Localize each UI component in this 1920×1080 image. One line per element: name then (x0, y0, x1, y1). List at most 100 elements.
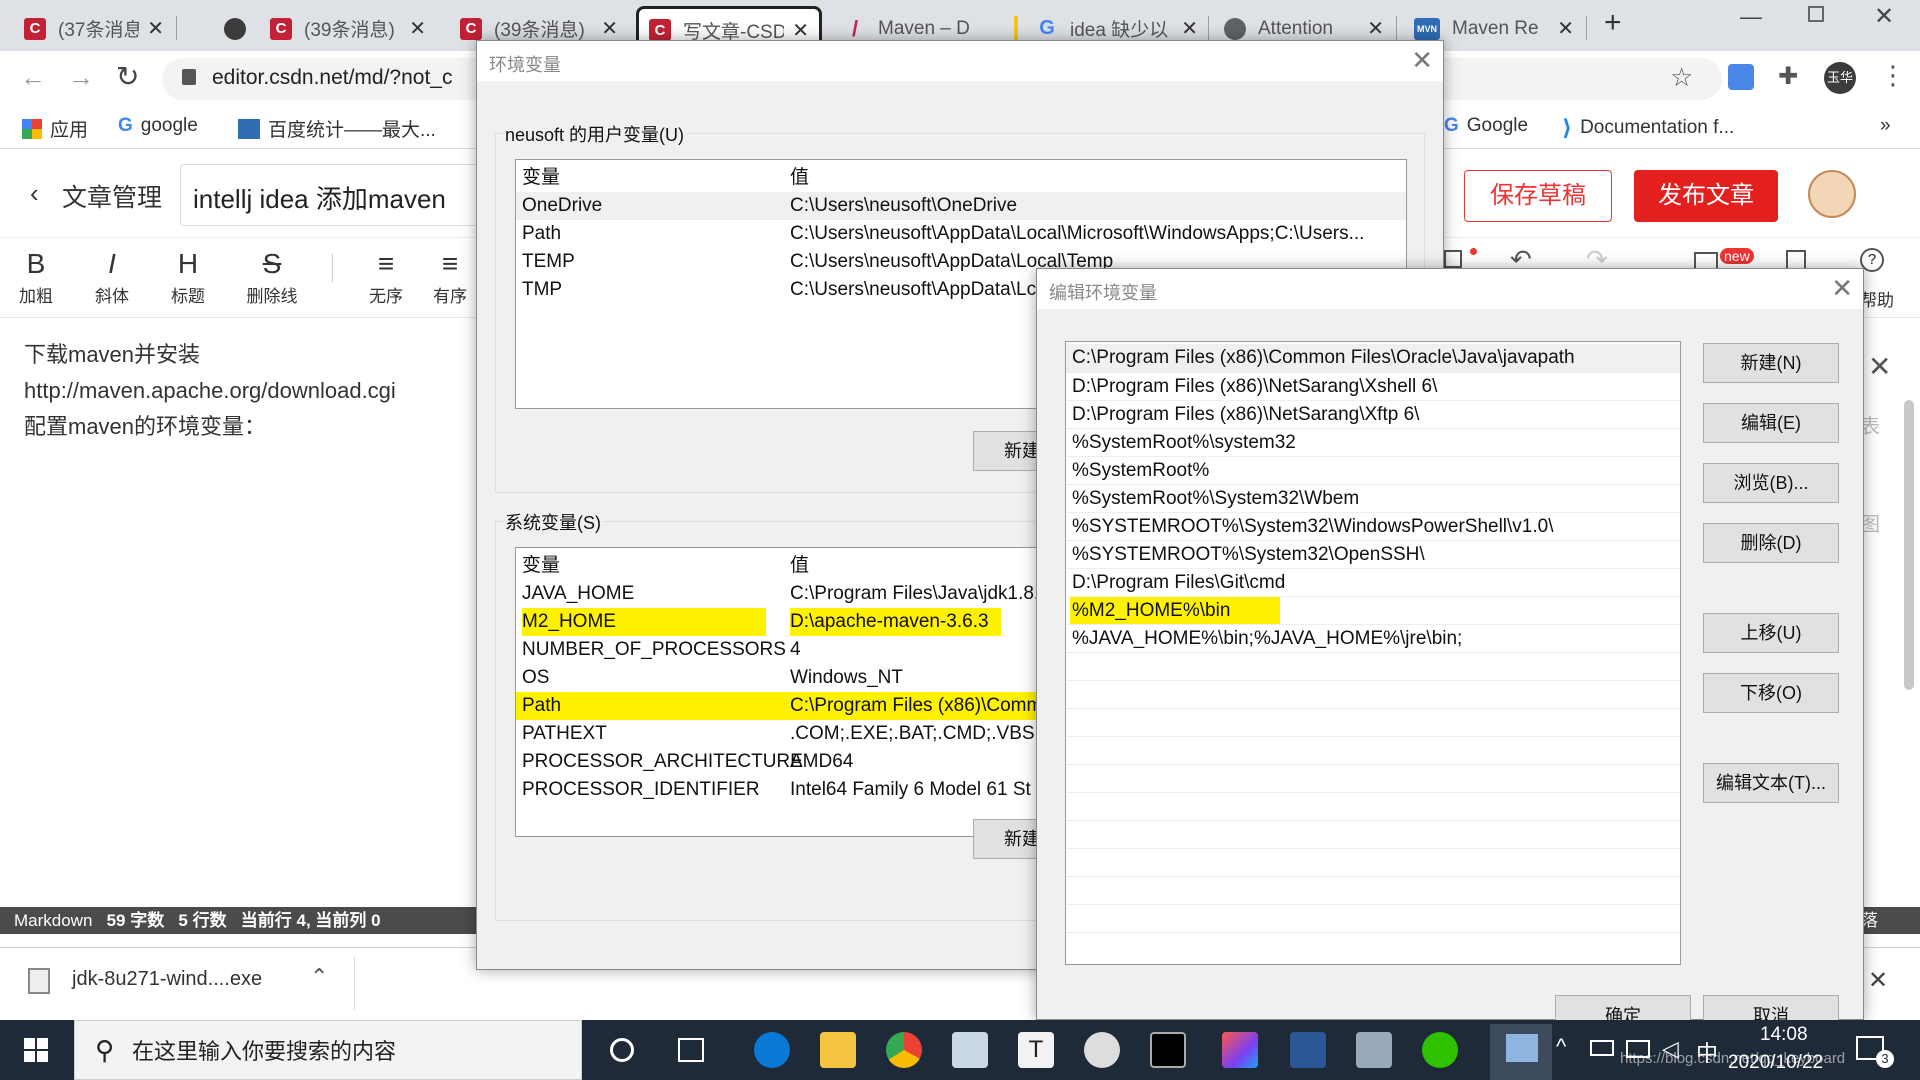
toolbar-label: 删除线 (246, 287, 298, 306)
var-value: C:\Users\neusoft\OneDrive (790, 195, 1018, 216)
app-icon[interactable] (952, 1032, 988, 1068)
terminal-icon[interactable] (1150, 1032, 1186, 1068)
battery-icon[interactable] (1590, 1040, 1614, 1056)
more-bookmarks[interactable]: » (1880, 115, 1891, 137)
save-draft-button[interactable]: 保存草稿 (1464, 170, 1612, 222)
extensions-icon[interactable]: ✚ (1778, 62, 1798, 91)
close-tab-icon[interactable]: ✕ (147, 16, 164, 41)
close-tab-icon[interactable]: ✕ (409, 16, 426, 41)
close-tab-icon[interactable]: ✕ (792, 18, 809, 43)
close-preview-icon[interactable]: ✕ (1868, 350, 1891, 383)
bookmark-apps[interactable]: 应用 (22, 115, 88, 142)
move-down-button[interactable]: 下移(O) (1703, 673, 1839, 713)
tab-title: Maven – D (878, 17, 970, 39)
new-tab-button[interactable]: + (1604, 6, 1622, 40)
article-title-input[interactable]: intellj idea 添加maven (180, 164, 480, 226)
list-item[interactable]: %SystemRoot%\System32\Wbem (1066, 484, 1680, 512)
browse-button[interactable]: 浏览(B)... (1703, 463, 1839, 503)
save-icon[interactable] (1444, 250, 1462, 268)
ordered-list-button[interactable]: ≡ 有序 (430, 246, 470, 307)
list-item[interactable]: D:\Program Files (x86)\NetSarang\Xshell … (1066, 372, 1680, 400)
list-item[interactable]: %M2_HOME%\bin (1066, 596, 1680, 624)
bold-button[interactable]: B 加粗 (6, 246, 66, 307)
list-item[interactable]: %SYSTEMROOT%\System32\WindowsPowerShell\… (1066, 512, 1680, 540)
dialog-close-icon[interactable]: ✕ (1411, 45, 1433, 76)
url-text[interactable]: editor.csdn.net/md/?not_c (212, 66, 453, 90)
tab-title: (37条消息)( (58, 20, 140, 41)
list-item[interactable]: %SystemRoot%\system32 (1066, 428, 1680, 456)
download-filename[interactable]: jdk-8u271-wind....exe (72, 968, 262, 991)
cortana-icon[interactable] (610, 1038, 634, 1062)
publish-button[interactable]: 发布文章 (1634, 170, 1778, 222)
list-item[interactable]: %SystemRoot% (1066, 456, 1680, 484)
chevron-up-icon[interactable]: ⌃ (310, 964, 328, 990)
minimize-icon[interactable]: — (1740, 4, 1762, 30)
intellij-icon[interactable] (1222, 1032, 1258, 1068)
close-tab-icon[interactable]: ✕ (601, 16, 618, 41)
heading-button[interactable]: H 标题 (158, 246, 218, 307)
list-item[interactable]: %JAVA_HOME%\bin;%JAVA_HOME%\jre\bin; (1066, 624, 1680, 652)
new-entry-button[interactable]: 新建(N) (1703, 343, 1839, 383)
markdown-editor[interactable]: 下载maven并安装 http://maven.apache.org/downl… (0, 319, 480, 909)
list-item[interactable]: Path C:\Users\neusoft\AppData\Local\Micr… (516, 220, 1406, 248)
typora-icon[interactable]: T (1018, 1032, 1054, 1068)
csdn-favicon-icon: C (649, 19, 671, 41)
close-tab-icon[interactable]: ✕ (1557, 16, 1574, 41)
bookmark-label: Documentation f... (1580, 117, 1735, 138)
list-item[interactable]: C:\Program Files (x86)\Common Files\Orac… (1066, 344, 1680, 372)
restore-icon[interactable] (1808, 6, 1824, 22)
word-icon[interactable] (1290, 1032, 1326, 1068)
menu-kebab-icon[interactable]: ⋮ (1880, 60, 1906, 91)
path-entries-list[interactable]: C:\Program Files (x86)\Common Files\Orac… (1065, 341, 1681, 965)
help-label: 帮助 (1860, 291, 1894, 310)
dialog-close-icon[interactable]: ✕ (1831, 273, 1853, 304)
var-name: PATHEXT (522, 723, 607, 744)
active-app-highlight[interactable] (1490, 1024, 1552, 1080)
list-item[interactable]: OneDrive C:\Users\neusoft\OneDrive (516, 192, 1406, 220)
close-tab-icon[interactable]: ✕ (1367, 16, 1384, 41)
bookmark-documentation[interactable]: ⟩ Documentation f... (1562, 115, 1734, 141)
browser-tab[interactable] (214, 6, 256, 51)
edit-text-button[interactable]: 编辑文本(T)... (1703, 763, 1839, 803)
profile-avatar[interactable]: 玉华 (1824, 62, 1856, 94)
close-tab-icon[interactable]: ✕ (1181, 16, 1198, 41)
unordered-list-button[interactable]: ≡ 无序 (356, 246, 416, 307)
var-value: Windows_NT (790, 667, 903, 688)
edit-entry-button[interactable]: 编辑(E) (1703, 403, 1839, 443)
taskbar-search-box[interactable]: ⚲ 在这里输入你要搜索的内容 (74, 1020, 582, 1080)
list-item[interactable]: %SYSTEMROOT%\System32\OpenSSH\ (1066, 540, 1680, 568)
calculator-icon[interactable] (1356, 1032, 1392, 1068)
wechat-icon[interactable] (1422, 1032, 1458, 1068)
list-item[interactable]: D:\Program Files (x86)\NetSarang\Xftp 6\ (1066, 400, 1680, 428)
close-shelf-icon[interactable]: ✕ (1868, 966, 1888, 995)
browser-tab[interactable]: C (39条消息) ✕ (260, 6, 436, 51)
reload-icon[interactable]: ↻ (116, 60, 139, 93)
browser-tab[interactable]: C (37条消息)( ✕ (14, 6, 174, 51)
game-icon[interactable] (1084, 1032, 1120, 1068)
window-close-icon[interactable]: ✕ (1874, 2, 1894, 31)
bookmark-baidu-tongji[interactable]: 百度统计——最大... (238, 115, 436, 142)
bookmark-google[interactable]: G google (118, 115, 198, 137)
chrome-icon[interactable] (886, 1032, 922, 1068)
delete-entry-button[interactable]: 删除(D) (1703, 523, 1839, 563)
translate-icon[interactable] (1728, 64, 1754, 90)
move-up-button[interactable]: 上移(U) (1703, 613, 1839, 653)
strikethrough-button[interactable]: S 删除线 (242, 246, 302, 307)
back-arrow-icon[interactable]: ← (20, 62, 46, 93)
back-chevron-icon[interactable]: ‹ (30, 178, 39, 209)
italic-button[interactable]: I 斜体 (82, 246, 142, 307)
chevron-up-icon[interactable]: ^ (1556, 1034, 1566, 1060)
preview-scrollbar[interactable] (1904, 400, 1914, 690)
article-manage-link[interactable]: 文章管理 (62, 178, 162, 214)
edge-icon[interactable] (754, 1032, 790, 1068)
file-explorer-icon[interactable] (820, 1032, 856, 1068)
clock-time[interactable]: 14:08 (1760, 1024, 1808, 1046)
user-avatar[interactable] (1808, 170, 1856, 218)
forward-arrow-icon[interactable]: → (68, 62, 94, 93)
windows-start-icon[interactable] (24, 1038, 48, 1062)
list-item[interactable]: D:\Program Files\Git\cmd (1066, 568, 1680, 596)
directory-icon[interactable] (1786, 250, 1806, 270)
bookmark-google-2[interactable]: G Google (1444, 115, 1528, 137)
task-view-icon[interactable] (678, 1038, 704, 1062)
star-icon[interactable]: ☆ (1670, 62, 1693, 93)
